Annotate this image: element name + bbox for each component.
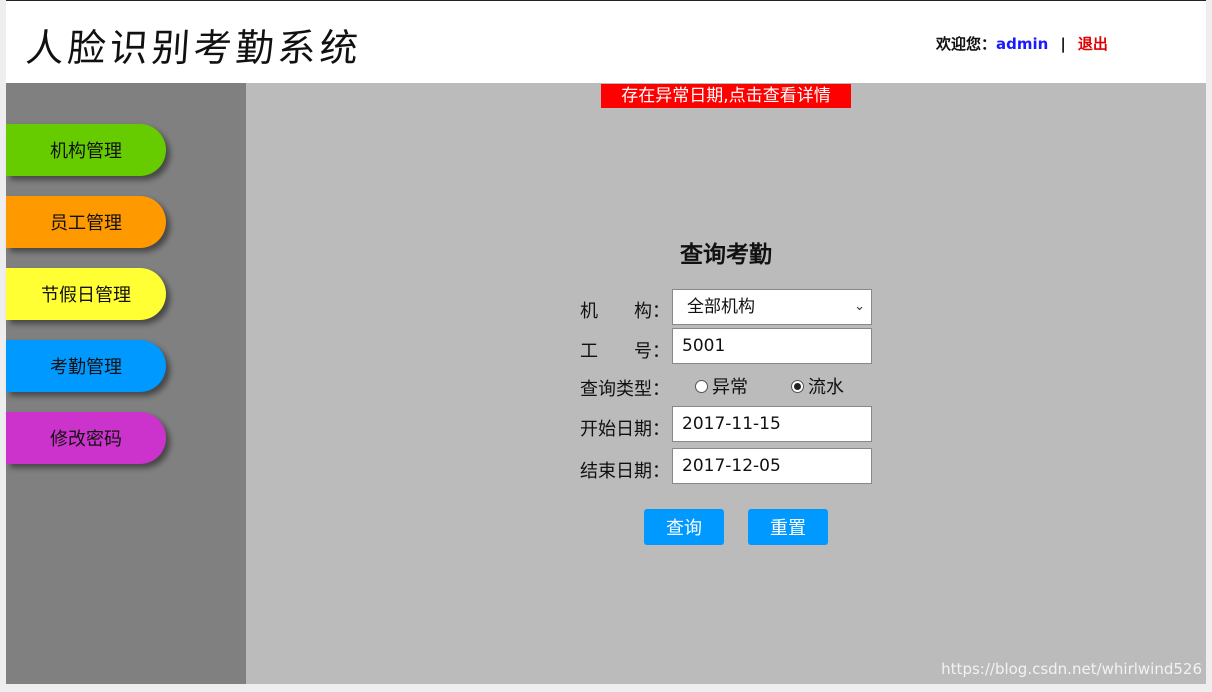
org-select-value: 全部机构	[687, 297, 755, 317]
logout-link[interactable]: 退出	[1078, 35, 1108, 53]
radio-flow-circle[interactable]	[791, 379, 804, 393]
org-select[interactable]: 全部机构 ⌄	[672, 289, 872, 325]
header: 人脸识别考勤系统 欢迎您：admin | 退出	[6, 1, 1206, 83]
start-date-input[interactable]: 2017-11-15	[672, 406, 872, 442]
chevron-down-icon: ⌄	[854, 299, 865, 314]
watermark: https://blog.csdn.net/whirlwind526	[941, 660, 1202, 678]
form-title: 查询考勤	[680, 242, 772, 268]
end-date-label: 结束日期：	[580, 461, 670, 482]
sidebar-item-change-password[interactable]: 修改密码	[6, 412, 166, 464]
sidebar-item-employee-management[interactable]: 员工管理	[6, 196, 166, 248]
app-title: 人脸识别考勤系统	[24, 26, 364, 70]
radio-flow[interactable]: 流水	[791, 373, 844, 399]
sidebar: 机构管理 员工管理 节假日管理 考勤管理 修改密码	[6, 83, 246, 684]
radio-flow-label: 流水	[808, 377, 844, 398]
abnormal-date-alert[interactable]: 存在异常日期,点击查看详情	[601, 84, 851, 108]
query-type-label: 查询类型：	[580, 379, 670, 400]
username-link[interactable]: admin	[996, 35, 1048, 53]
org-label: 机 构：	[580, 301, 670, 322]
app-window: 人脸识别考勤系统 欢迎您：admin | 退出 机构管理 员工管理 节假日管理 考勤…	[6, 0, 1206, 684]
welcome-label: 欢迎您：	[936, 35, 997, 53]
sidebar-item-attendance-management[interactable]: 考勤管理	[6, 340, 166, 392]
empno-label: 工 号：	[580, 341, 670, 362]
reset-button[interactable]: 重置	[748, 509, 828, 545]
sidebar-item-org-management[interactable]: 机构管理	[6, 124, 166, 176]
start-date-label: 开始日期：	[580, 419, 670, 440]
end-date-input[interactable]: 2017-12-05	[672, 448, 872, 484]
main-content: 存在异常日期,点击查看详情 查询考勤 机 构： 全部机构 ⌄ 工 号： 5001…	[246, 83, 1206, 684]
empno-input[interactable]: 5001	[672, 328, 872, 364]
query-button[interactable]: 查询	[644, 509, 724, 545]
radio-abnormal[interactable]: 异常	[695, 373, 748, 399]
user-area: 欢迎您：admin | 退出	[936, 33, 1108, 54]
radio-abnormal-label: 异常	[712, 377, 748, 398]
user-separator: |	[1060, 35, 1066, 53]
sidebar-item-holiday-management[interactable]: 节假日管理	[6, 268, 166, 320]
radio-abnormal-circle[interactable]	[695, 379, 708, 393]
